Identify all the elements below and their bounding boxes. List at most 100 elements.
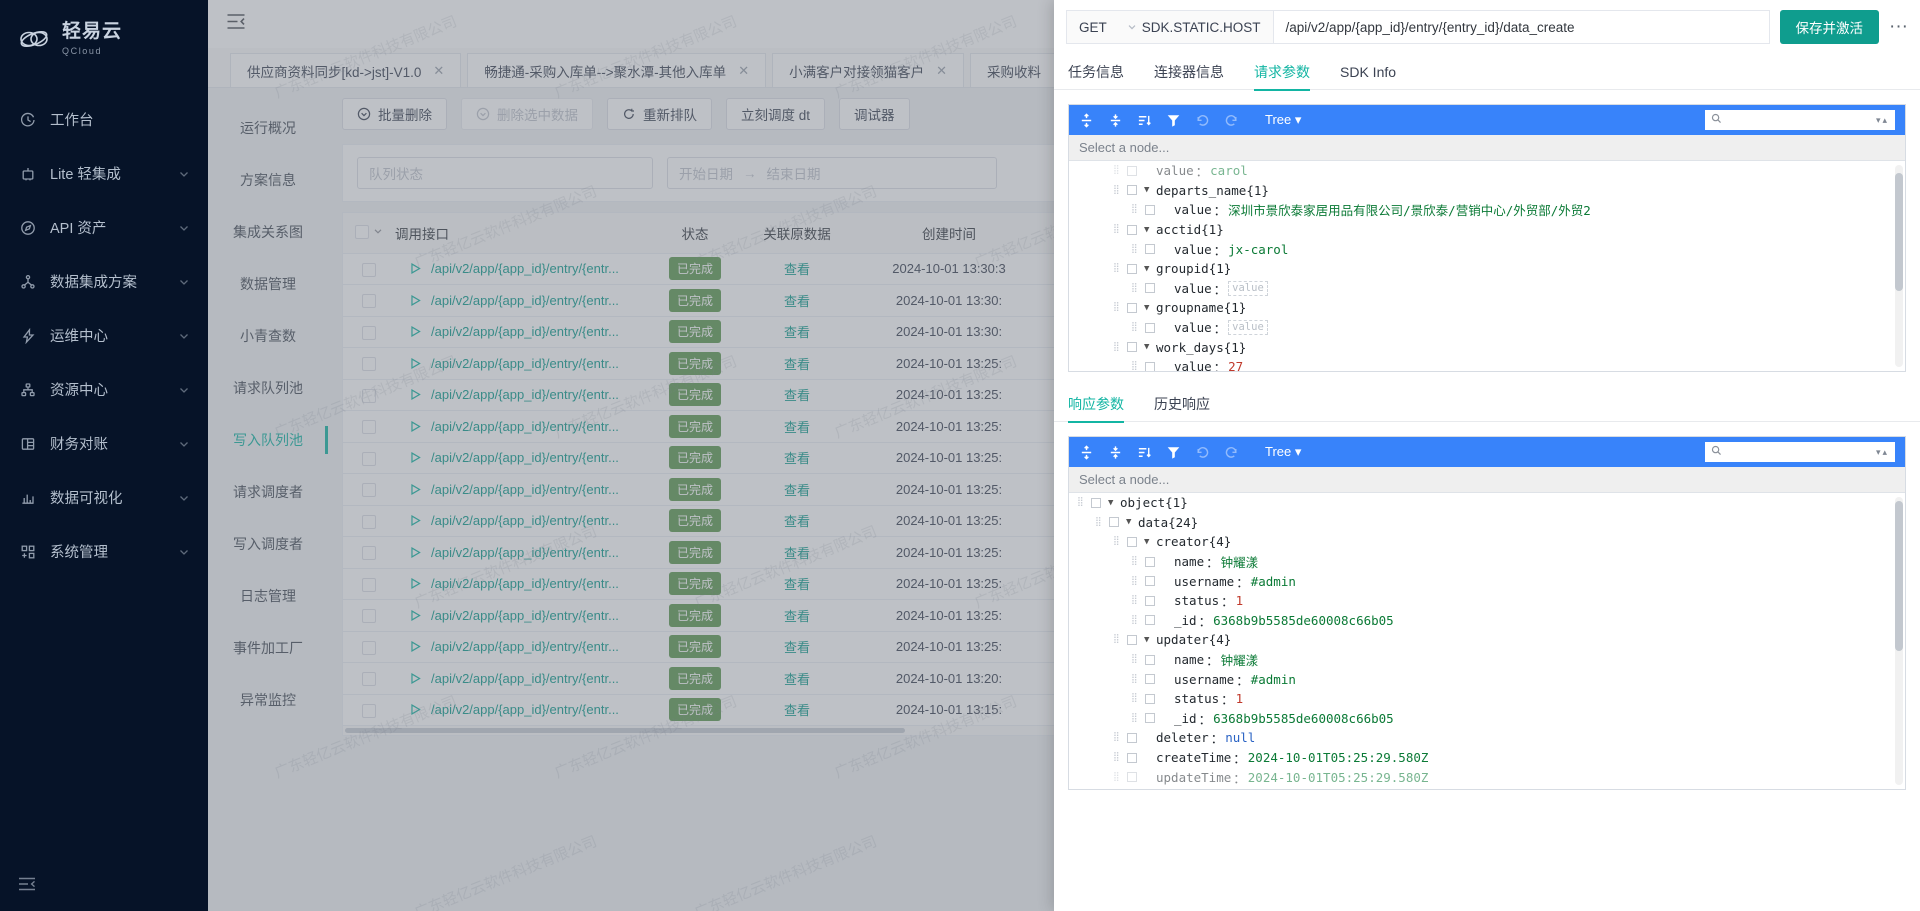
- view-link[interactable]: 查看: [784, 640, 810, 655]
- drag-handle-icon[interactable]: ⣿: [1113, 167, 1125, 174]
- json-tree-row[interactable]: ⣿name：钟耀漾: [1069, 650, 1905, 670]
- play-icon[interactable]: [409, 388, 422, 401]
- play-icon[interactable]: [409, 262, 422, 275]
- workspace-tab[interactable]: 小满客户对接领猫客户 ✕: [772, 53, 964, 87]
- expand-toggle-icon[interactable]: ▼: [1108, 498, 1120, 508]
- row-checkbox[interactable]: [1145, 655, 1155, 665]
- filter-icon[interactable]: [1166, 113, 1181, 128]
- row-checkbox[interactable]: [1145, 362, 1155, 371]
- json-tree-row[interactable]: ⣿status：1: [1069, 591, 1905, 611]
- play-icon[interactable]: [409, 420, 422, 433]
- undo-icon[interactable]: [1195, 445, 1210, 460]
- view-link[interactable]: 查看: [784, 672, 810, 687]
- row-checkbox[interactable]: [1145, 205, 1155, 215]
- drag-handle-icon[interactable]: ⣿: [1131, 246, 1143, 253]
- date-range-picker[interactable]: 开始日期 → 结束日期: [667, 157, 997, 189]
- drag-handle-icon[interactable]: ⣿: [1113, 754, 1125, 761]
- sort-icon[interactable]: [1137, 445, 1152, 460]
- json-tree-row[interactable]: ⣿▼acctid {1}: [1069, 220, 1905, 240]
- view-link[interactable]: 查看: [784, 262, 810, 277]
- request-node-selector[interactable]: Select a node...: [1069, 135, 1905, 161]
- json-tree-row[interactable]: ⣿value：value: [1069, 279, 1905, 299]
- json-value[interactable]: 2024-10-01T05:25:29.580Z: [1248, 750, 1429, 765]
- drag-handle-icon[interactable]: ⣿: [1131, 715, 1143, 722]
- editor-search-box[interactable]: ▾▴: [1705, 442, 1895, 462]
- sidebar-item-api-assets[interactable]: API 资产: [0, 201, 208, 255]
- search-nav-icons[interactable]: ▾▴: [1876, 447, 1889, 458]
- drag-handle-icon[interactable]: ⣿: [1113, 538, 1125, 545]
- row-checkbox[interactable]: [362, 326, 376, 340]
- view-link[interactable]: 查看: [784, 546, 810, 561]
- json-value[interactable]: 2024-10-01T05:25:29.580Z: [1248, 770, 1429, 785]
- json-tree-row[interactable]: ⣿deleter：null: [1069, 728, 1905, 748]
- row-checkbox[interactable]: [1127, 225, 1137, 235]
- row-checkbox[interactable]: [1145, 674, 1155, 684]
- row-checkbox[interactable]: [1145, 596, 1155, 606]
- drag-handle-icon[interactable]: ⣿: [1113, 304, 1125, 311]
- json-tree-row[interactable]: ⣿username：#admin: [1069, 571, 1905, 591]
- editor-mode-select[interactable]: Tree ▾: [1265, 112, 1301, 128]
- row-checkbox[interactable]: [362, 609, 376, 623]
- drag-handle-icon[interactable]: ⣿: [1113, 774, 1125, 781]
- expand-toggle-icon[interactable]: ▼: [1126, 517, 1138, 527]
- submenu-item-plan-info[interactable]: 方案信息: [208, 154, 328, 206]
- json-tree-row[interactable]: ⣿value：jx-carol: [1069, 239, 1905, 259]
- expand-all-icon[interactable]: [1079, 445, 1094, 460]
- submenu-item-exception-monitor[interactable]: 异常监控: [208, 674, 328, 726]
- more-options-icon[interactable]: ···: [1889, 10, 1908, 44]
- response-tree-scrollbar[interactable]: [1895, 497, 1903, 785]
- expand-toggle-icon[interactable]: ▼: [1144, 635, 1156, 645]
- drag-handle-icon[interactable]: ⣿: [1113, 187, 1125, 194]
- row-checkbox[interactable]: [362, 578, 376, 592]
- json-tree-row[interactable]: ⣿▼groupname {1}: [1069, 298, 1905, 318]
- queue-status-select[interactable]: 队列状态: [357, 157, 653, 189]
- row-checkbox[interactable]: [1145, 576, 1155, 586]
- json-value[interactable]: 深圳市景欣泰家居用品有限公司/景欣泰/营销中心/外贸部/外贸2: [1228, 200, 1591, 219]
- view-link[interactable]: 查看: [784, 703, 810, 718]
- scrollbar-thumb[interactable]: [1895, 173, 1903, 291]
- view-link[interactable]: 查看: [784, 420, 810, 435]
- sidebar-item-data-integration[interactable]: 数据集成方案: [0, 255, 208, 309]
- json-tree-row[interactable]: ⣿▼creator {4}: [1069, 532, 1905, 552]
- sidebar-item-system[interactable]: 系统管理: [0, 525, 208, 579]
- json-tree-row[interactable]: ⣿_id：6368b9b5585de60008c66b05: [1069, 611, 1905, 631]
- row-checkbox[interactable]: [362, 294, 376, 308]
- json-value[interactable]: jx-carol: [1228, 242, 1288, 257]
- filter-icon[interactable]: [1166, 445, 1181, 460]
- view-link[interactable]: 查看: [784, 325, 810, 340]
- expand-all-icon[interactable]: [1079, 113, 1094, 128]
- submenu-item-data-mgmt[interactable]: 数据管理: [208, 258, 328, 310]
- workspace-tab[interactable]: 供应商资料同步[kd->jst]-V1.0 ✕: [230, 53, 461, 87]
- view-link[interactable]: 查看: [784, 514, 810, 529]
- response-node-selector[interactable]: Select a node...: [1069, 467, 1905, 493]
- drag-handle-icon[interactable]: ⣿: [1113, 265, 1125, 272]
- json-value[interactable]: #admin: [1251, 672, 1296, 687]
- row-checkbox[interactable]: [362, 420, 376, 434]
- json-value[interactable]: null: [1225, 730, 1255, 745]
- sidebar-item-resource-center[interactable]: 资源中心: [0, 363, 208, 417]
- row-checkbox[interactable]: [1145, 323, 1155, 333]
- row-checkbox[interactable]: [1145, 557, 1155, 567]
- expand-toggle-icon[interactable]: ▼: [1144, 264, 1156, 274]
- undo-icon[interactable]: [1195, 113, 1210, 128]
- play-icon[interactable]: [409, 325, 422, 338]
- close-icon[interactable]: ✕: [738, 63, 749, 79]
- sidebar-item-finance[interactable]: 财务对账: [0, 417, 208, 471]
- json-value[interactable]: 1: [1236, 593, 1244, 608]
- json-tree-row[interactable]: ⣿▼updater {4}: [1069, 630, 1905, 650]
- row-checkbox[interactable]: [362, 483, 376, 497]
- row-checkbox[interactable]: [362, 704, 376, 718]
- drag-handle-icon[interactable]: ⣿: [1113, 344, 1125, 351]
- row-checkbox[interactable]: [1127, 166, 1137, 176]
- row-checkbox[interactable]: [362, 389, 376, 403]
- url-input[interactable]: /api/v2/app/{app_id}/entry/{entry_id}/da…: [1273, 10, 1770, 44]
- drag-handle-icon[interactable]: ⣿: [1131, 206, 1143, 213]
- view-link[interactable]: 查看: [784, 294, 810, 309]
- sidebar-item-ops-center[interactable]: 运维中心: [0, 309, 208, 363]
- play-icon[interactable]: [409, 640, 422, 653]
- editor-search-box[interactable]: ▾▴: [1705, 110, 1895, 130]
- row-checkbox[interactable]: [1127, 635, 1137, 645]
- row-checkbox[interactable]: [362, 357, 376, 371]
- chevron-down-icon[interactable]: [1127, 20, 1137, 35]
- tab-sdk-info[interactable]: SDK Info: [1340, 54, 1396, 90]
